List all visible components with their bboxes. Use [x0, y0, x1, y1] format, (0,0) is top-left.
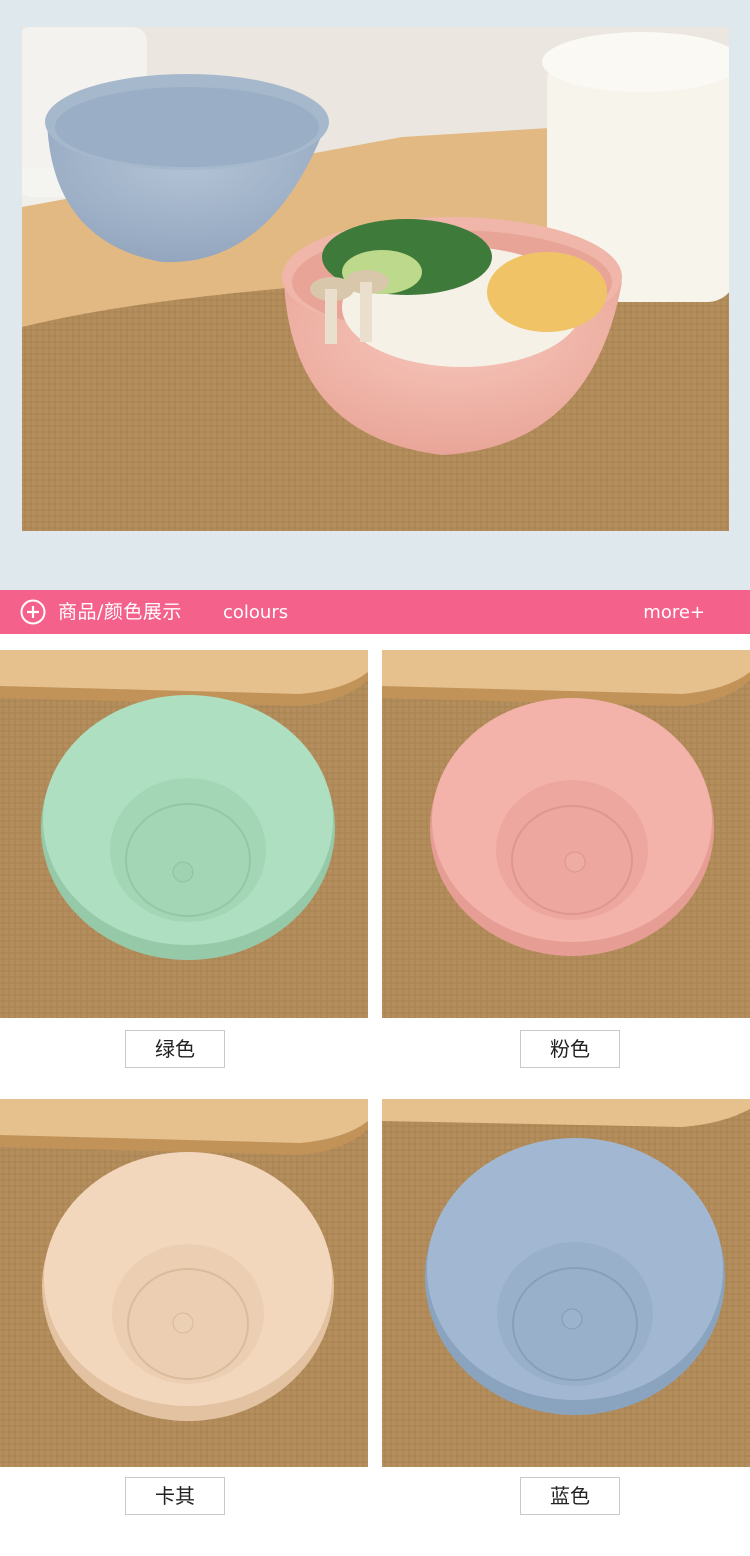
hero-band	[0, 0, 750, 590]
section-subtitle: colours	[223, 602, 289, 623]
swatch-photo-blue	[382, 1099, 750, 1467]
swatch-photo-pink	[382, 650, 750, 1018]
green-bowl-photo	[0, 650, 368, 1018]
hero-photo	[22, 27, 729, 531]
plus-circle-icon	[20, 599, 46, 625]
section-title: 商品/颜色展示	[58, 601, 182, 623]
section-header-bar: 商品/颜色展示 colours more+	[0, 590, 750, 634]
pink-bowl-photo	[382, 650, 750, 1018]
khaki-bowl-photo	[0, 1099, 368, 1467]
swatch-photo-green	[0, 650, 368, 1018]
blue-bowl-photo	[382, 1099, 750, 1467]
more-link[interactable]: more+	[643, 603, 705, 623]
bowls-with-rice-on-burlap-photo	[22, 27, 729, 531]
swatch-label-blue: 蓝色	[520, 1477, 620, 1515]
swatch-photo-khaki	[0, 1099, 368, 1467]
swatch-label-pink: 粉色	[520, 1030, 620, 1068]
swatch-label-khaki: 卡其	[125, 1477, 225, 1515]
swatch-label-green: 绿色	[125, 1030, 225, 1068]
